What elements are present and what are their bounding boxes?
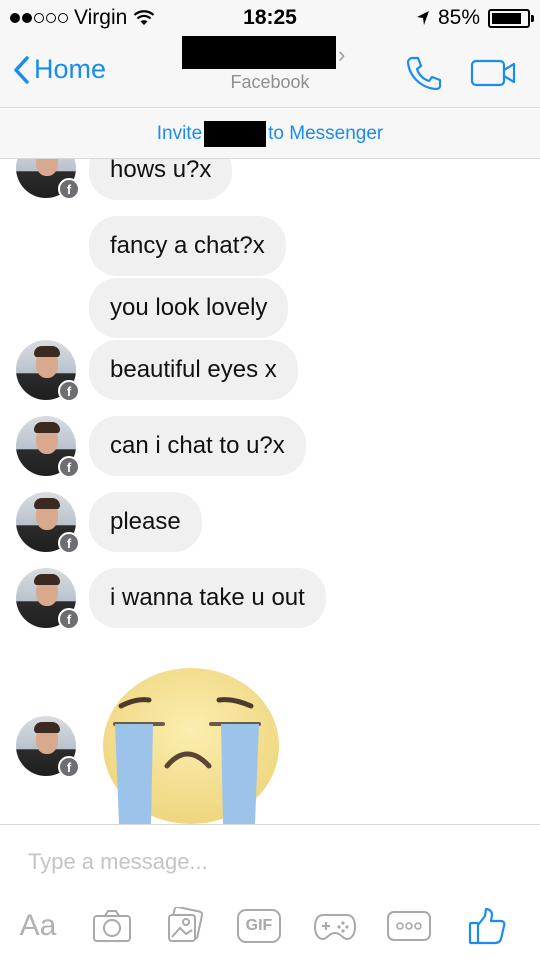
message-bubble[interactable]: fancy a chat?x <box>89 216 286 276</box>
like-button[interactable] <box>464 903 510 949</box>
facebook-badge-icon: f <box>58 178 80 200</box>
message-bubble[interactable]: please <box>89 492 202 552</box>
facebook-badge-icon: f <box>58 380 80 402</box>
battery-percent: 85% <box>437 6 480 29</box>
text-format-button[interactable]: Aa <box>14 903 62 949</box>
camera-button[interactable] <box>90 903 134 949</box>
message-text: fancy a chat?x <box>110 232 265 259</box>
camera-icon <box>93 910 131 942</box>
battery-level <box>492 12 521 24</box>
message-bubble[interactable]: can i chat to u?x <box>89 416 306 476</box>
message-bubble[interactable]: hows u?x <box>89 159 233 200</box>
message-bubble[interactable]: i wanna take u out <box>89 568 326 628</box>
invite-name-redacted <box>204 120 267 147</box>
invite-prefix: Invite <box>156 122 203 144</box>
sender-avatar[interactable]: f <box>16 159 80 200</box>
gif-label: GIF <box>245 917 273 934</box>
composer-toolbar: Aa GIF <box>0 903 540 949</box>
contact-name-redacted[interactable] <box>182 36 336 69</box>
gallery-button[interactable] <box>163 903 207 949</box>
message-text: hows u?x <box>110 159 212 183</box>
sender-avatar[interactable]: f <box>16 416 80 478</box>
conversation-header: Home › Facebook <box>0 36 540 108</box>
invite-suffix: to Messenger <box>268 122 384 144</box>
message-text: beautiful eyes x <box>110 356 277 383</box>
crying-face-sticker-icon[interactable] <box>101 666 281 824</box>
sender-avatar[interactable]: f <box>16 568 80 630</box>
games-button[interactable] <box>312 903 358 949</box>
more-button[interactable] <box>386 903 432 949</box>
facebook-badge-icon: f <box>58 456 80 478</box>
status-right-group: 85% <box>416 6 534 30</box>
invite-banner[interactable]: Invite to Messenger <box>0 109 540 159</box>
facebook-badge-icon: f <box>58 756 80 778</box>
gif-button[interactable]: GIF <box>236 903 282 949</box>
voice-call-button[interactable] <box>404 54 444 97</box>
thumbs-up-icon <box>468 907 506 945</box>
video-camera-icon <box>470 59 516 87</box>
facebook-badge-icon: f <box>58 608 80 630</box>
message-bubble[interactable]: beautiful eyes x <box>89 340 298 400</box>
sender-avatar[interactable]: f <box>16 716 80 778</box>
message-input[interactable] <box>28 849 508 875</box>
game-controller-icon <box>313 914 357 941</box>
gallery-icon <box>168 907 204 942</box>
message-text: you look lovely <box>110 294 268 321</box>
more-icon <box>387 911 431 941</box>
message-text: can i chat to u?x <box>110 432 285 459</box>
contact-subtitle: Facebook <box>230 72 310 92</box>
location-arrow-icon <box>416 11 429 25</box>
sender-avatar[interactable]: f <box>16 340 80 402</box>
message-composer: Aa GIF <box>0 824 540 960</box>
message-list[interactable]: f hows u?x fancy a chat?x you look lovel… <box>0 159 540 824</box>
sender-avatar[interactable]: f <box>16 492 80 554</box>
battery-icon <box>488 8 534 28</box>
message-text: please <box>110 508 181 535</box>
facebook-badge-icon: f <box>58 532 80 554</box>
message-bubble[interactable]: you look lovely <box>89 278 289 338</box>
phone-icon <box>406 56 442 91</box>
status-bar: Virgin 18:25 85% <box>0 0 540 36</box>
message-text: i wanna take u out <box>110 584 305 611</box>
video-call-button[interactable] <box>470 58 518 93</box>
chevron-right-icon[interactable]: › <box>338 42 345 68</box>
